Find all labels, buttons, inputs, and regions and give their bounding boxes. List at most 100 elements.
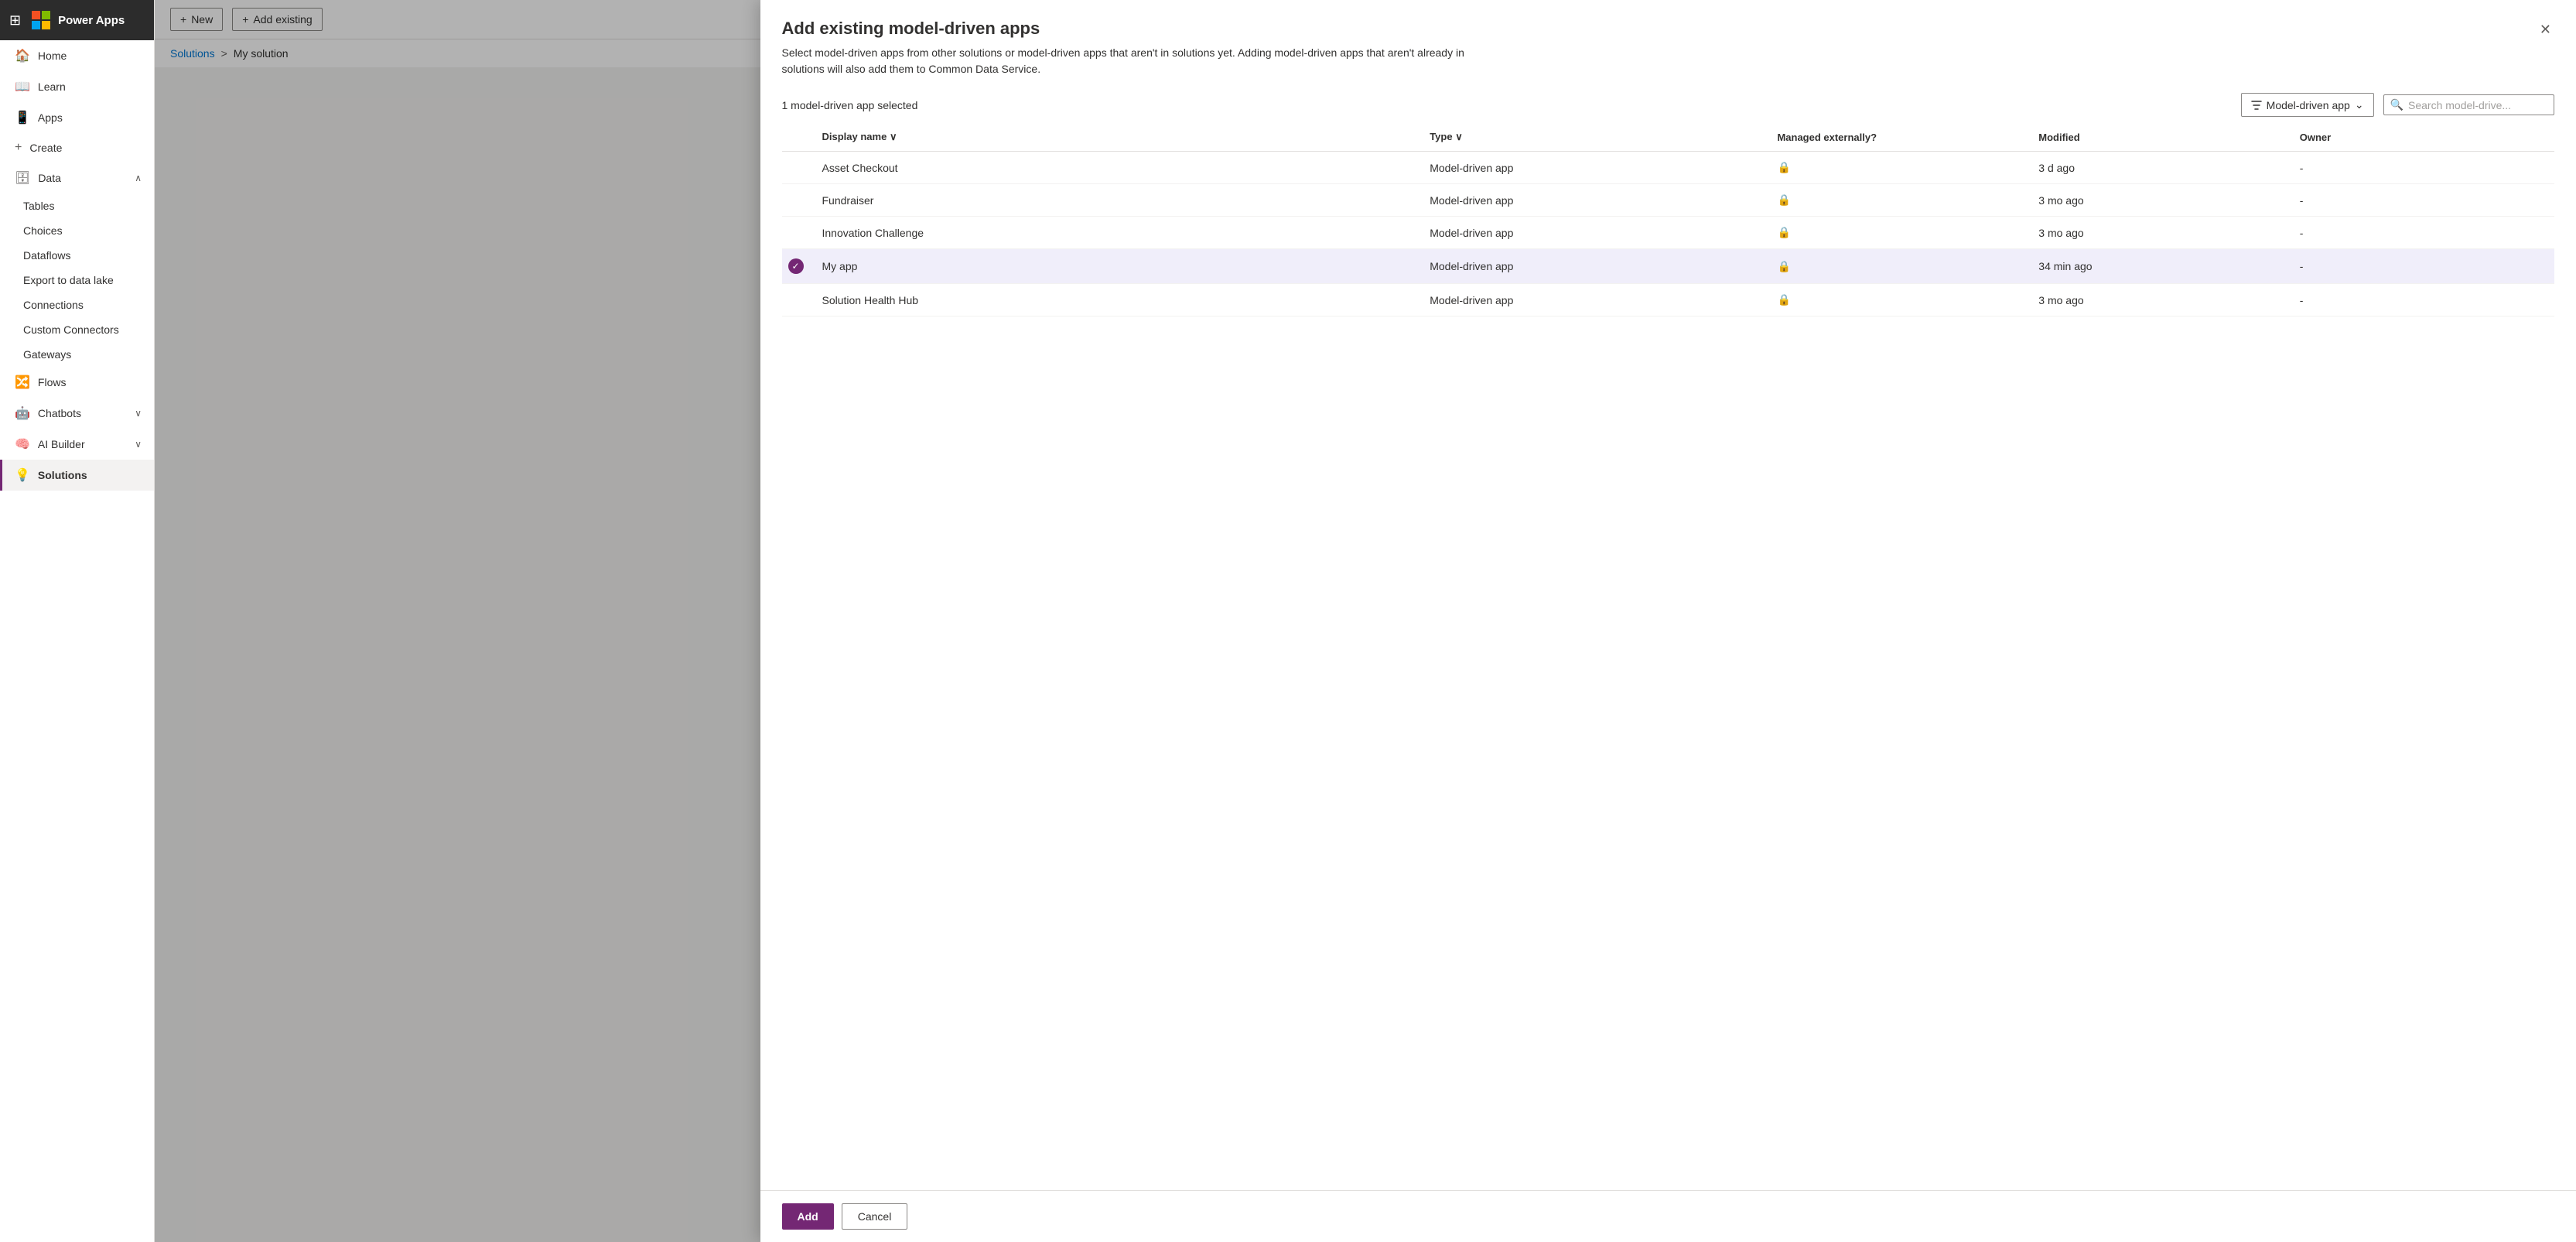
chatbots-expand-icon: ∨ <box>135 408 142 419</box>
app-brand: Power Apps <box>58 14 125 27</box>
dialog-panel: Add existing model-driven apps Select mo… <box>760 0 2576 1242</box>
dialog-overlay: Add existing model-driven apps Select mo… <box>155 0 2576 1242</box>
row-name-cell: Fundraiser <box>816 184 1424 217</box>
sidebar-item-label: Solutions <box>38 469 87 481</box>
solutions-icon: 💡 <box>15 467 30 483</box>
sidebar-item-flows[interactable]: 🔀 Flows <box>0 367 154 398</box>
dialog-table-container: Display name ∨ Type ∨ Managed externally… <box>760 123 2576 1190</box>
row-owner-cell: - <box>2294 217 2554 249</box>
table-row[interactable]: Asset Checkout Model-driven app 🔒 3 d ag… <box>782 152 2555 184</box>
lock-icon: 🔒 <box>1777 293 1790 306</box>
row-name-cell: My app <box>816 249 1424 284</box>
apps-icon: 📱 <box>15 110 30 125</box>
row-modified-cell: 34 min ago <box>2032 249 2293 284</box>
row-managed-cell: 🔒 <box>1771 284 2032 316</box>
lock-icon: 🔒 <box>1777 226 1790 238</box>
row-checkbox-cell <box>782 284 816 316</box>
row-modified-cell: 3 mo ago <box>2032 217 2293 249</box>
main-content: + New + Add existing Solutions > My solu… <box>155 0 2576 1242</box>
row-owner-cell: - <box>2294 152 2554 184</box>
lock-icon: 🔒 <box>1777 193 1790 206</box>
sidebar-item-apps[interactable]: 📱 Apps <box>0 102 154 133</box>
table-row[interactable]: Innovation Challenge Model-driven app 🔒 … <box>782 217 2555 249</box>
sidebar-subitem-custom-connectors[interactable]: Custom Connectors <box>0 317 154 342</box>
row-type-cell: Model-driven app <box>1423 152 1771 184</box>
row-managed-cell: 🔒 <box>1771 184 2032 217</box>
sidebar-item-label: Create <box>29 142 62 154</box>
sidebar: ⊞ Power Apps 🏠 Home 📖 Learn 📱 Apps + Cre… <box>0 0 155 1242</box>
microsoft-logo <box>32 11 50 29</box>
row-name-cell: Innovation Challenge <box>816 217 1424 249</box>
col-owner-label: Owner <box>2300 132 2331 143</box>
sidebar-item-label: Learn <box>38 80 66 93</box>
table-body: Asset Checkout Model-driven app 🔒 3 d ag… <box>782 152 2555 316</box>
sidebar-item-chatbots[interactable]: 🤖 Chatbots ∨ <box>0 398 154 429</box>
cancel-button[interactable]: Cancel <box>842 1203 908 1230</box>
row-type-cell: Model-driven app <box>1423 284 1771 316</box>
dialog-header: Add existing model-driven apps Select mo… <box>760 0 2576 87</box>
sidebar-header: ⊞ Power Apps <box>0 0 154 40</box>
table-row-selected[interactable]: ✓ My app Model-driven app 🔒 34 min ago - <box>782 249 2555 284</box>
chatbots-icon: 🤖 <box>15 405 30 421</box>
col-checkbox <box>782 123 816 152</box>
data-icon: 🗄 <box>15 170 30 186</box>
row-managed-cell: 🔒 <box>1771 217 2032 249</box>
row-type-cell: Model-driven app <box>1423 184 1771 217</box>
selected-count: 1 model-driven app selected <box>782 99 918 111</box>
search-input[interactable] <box>2408 99 2547 111</box>
lock-icon: 🔒 <box>1777 161 1790 173</box>
sidebar-subitem-export[interactable]: Export to data lake <box>0 268 154 293</box>
filter-chevron-icon: ⌄ <box>2355 98 2364 111</box>
lock-icon: 🔒 <box>1777 260 1790 272</box>
col-modified-label: Modified <box>2038 132 2079 143</box>
flows-icon: 🔀 <box>15 375 30 390</box>
displayname-sort-icon: ∨ <box>890 131 897 142</box>
sidebar-item-solutions[interactable]: 💡 Solutions <box>0 460 154 491</box>
sidebar-subitem-tables[interactable]: Tables <box>0 193 154 218</box>
col-displayname[interactable]: Display name ∨ <box>816 123 1424 152</box>
sidebar-item-create[interactable]: + Create <box>0 133 154 163</box>
sidebar-subitem-connections[interactable]: Connections <box>0 293 154 317</box>
sidebar-subitem-choices[interactable]: Choices <box>0 218 154 243</box>
row-modified-cell: 3 d ago <box>2032 152 2293 184</box>
row-managed-cell: 🔒 <box>1771 249 2032 284</box>
col-managed: Managed externally? <box>1771 123 2032 152</box>
waffle-icon[interactable]: ⊞ <box>9 12 21 29</box>
table-row[interactable]: Fundraiser Model-driven app 🔒 3 mo ago - <box>782 184 2555 217</box>
sidebar-item-label: AI Builder <box>38 438 85 450</box>
ai-builder-expand-icon: ∨ <box>135 439 142 450</box>
sidebar-item-label: Home <box>38 50 67 62</box>
ai-builder-icon: 🧠 <box>15 436 30 452</box>
sidebar-item-learn[interactable]: 📖 Learn <box>0 71 154 102</box>
row-name-cell: Asset Checkout <box>816 152 1424 184</box>
check-circle-icon: ✓ <box>788 258 804 274</box>
row-owner-cell: - <box>2294 249 2554 284</box>
col-modified: Modified <box>2032 123 2293 152</box>
row-checkbox-cell <box>782 184 816 217</box>
sidebar-item-home[interactable]: 🏠 Home <box>0 40 154 71</box>
sidebar-subitem-dataflows[interactable]: Dataflows <box>0 243 154 268</box>
dialog-subtitle: Select model-driven apps from other solu… <box>782 45 1478 77</box>
apps-table: Display name ∨ Type ∨ Managed externally… <box>782 123 2555 316</box>
row-modified-cell: 3 mo ago <box>2032 184 2293 217</box>
dialog-filters: Model-driven app ⌄ 🔍 <box>2241 93 2554 117</box>
dialog-toolbar: 1 model-driven app selected Model-driven… <box>760 87 2576 123</box>
sidebar-subitem-gateways[interactable]: Gateways <box>0 342 154 367</box>
learn-icon: 📖 <box>15 79 30 94</box>
row-type-cell: Model-driven app <box>1423 217 1771 249</box>
search-icon: 🔍 <box>2390 98 2403 111</box>
search-box: 🔍 <box>2383 94 2554 115</box>
data-expand-icon: ∧ <box>135 173 142 183</box>
col-type[interactable]: Type ∨ <box>1423 123 1771 152</box>
table-header: Display name ∨ Type ∨ Managed externally… <box>782 123 2555 152</box>
dialog-footer: Add Cancel <box>760 1190 2576 1242</box>
sidebar-item-data[interactable]: 🗄 Data ∧ <box>0 163 154 193</box>
row-type-cell: Model-driven app <box>1423 249 1771 284</box>
add-button[interactable]: Add <box>782 1203 834 1230</box>
table-row[interactable]: Solution Health Hub Model-driven app 🔒 3… <box>782 284 2555 316</box>
col-displayname-label: Display name <box>822 131 887 142</box>
sidebar-item-ai-builder[interactable]: 🧠 AI Builder ∨ <box>0 429 154 460</box>
filter-type-button[interactable]: Model-driven app ⌄ <box>2241 93 2374 117</box>
dialog-close-button[interactable]: ✕ <box>2537 19 2554 41</box>
sidebar-item-label: Data <box>38 172 61 184</box>
